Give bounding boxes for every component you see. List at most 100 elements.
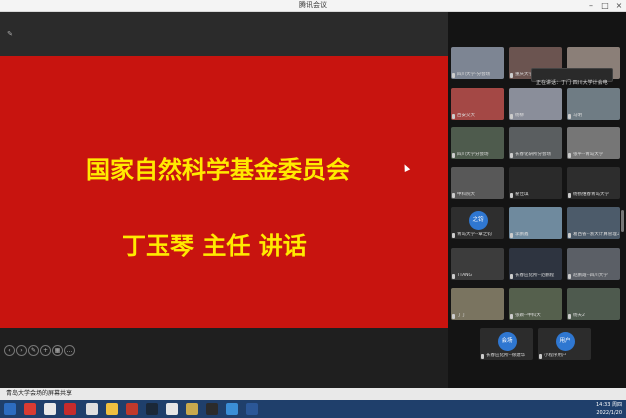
participant-name: 青岛大学--覃之钧 — [457, 232, 492, 237]
participant-name: 李鹏鑫 — [515, 232, 529, 237]
slide-title: 国家自然科学基金委员会 — [86, 156, 350, 184]
mic-icon — [452, 233, 455, 238]
grid-icon[interactable]: ▦ — [52, 345, 63, 356]
shared-slide: 国家自然科学基金委员会 丁玉琴 主任 讲话 — [0, 56, 448, 328]
stage-bottom — [0, 328, 448, 388]
participant-tile[interactable]: 四川大学-分会场 — [451, 47, 504, 79]
participant-name: 小程序用户 — [544, 353, 567, 358]
participant-name: 葛西省--浙大计算管理工商院 — [573, 232, 619, 237]
mic-icon — [452, 73, 455, 78]
participant-tile[interactable]: 杨柳 — [509, 88, 562, 120]
mic-icon — [510, 153, 513, 158]
participant-tile[interactable]: 丁丁 — [451, 288, 504, 320]
mic-icon — [452, 274, 455, 279]
participant-tile[interactable]: 李鹏鑫 — [509, 207, 562, 239]
mic-icon — [510, 274, 513, 279]
participant-name: 长春应化所--徐建华 — [486, 353, 526, 358]
participant-name: 马明 — [573, 113, 582, 118]
participant-tile[interactable]: 长春化研所分会场 — [509, 127, 562, 159]
word-icon[interactable] — [246, 403, 258, 415]
mic-icon — [568, 153, 571, 158]
participant-tile[interactable]: 之钧青岛大学--覃之钧 — [451, 207, 504, 239]
participant-name: 长春应化所--范鹏程 — [515, 273, 555, 278]
participant-name: 西安交大 — [457, 113, 475, 118]
share-toolbar: ✎ — [0, 12, 448, 56]
participant-tile[interactable]: 马明 — [567, 88, 620, 120]
participant-name: 长春化研所分会场 — [515, 152, 551, 157]
participant-tile[interactable]: 张平--青岛大学 — [567, 127, 620, 159]
close-icon[interactable]: × — [612, 0, 626, 11]
mic-icon — [452, 314, 455, 319]
app-icon-1[interactable] — [24, 403, 36, 415]
start-icon[interactable] — [4, 403, 16, 415]
mic-icon — [452, 114, 455, 119]
participant-tile[interactable]: 西安交大 — [451, 88, 504, 120]
participant-name: 丁丁 — [457, 313, 466, 318]
participant-tile[interactable]: 四川大学分会场 — [451, 127, 504, 159]
participant-name: 四川大学分会场 — [457, 152, 489, 157]
participant-tile[interactable]: 杨扬维春青岛大学 — [567, 167, 620, 199]
participant-tile[interactable]: 中科院大 — [451, 167, 504, 199]
avatar: 之钧 — [468, 211, 488, 230]
mic-icon — [568, 314, 571, 319]
participant-name: 张平--青岛大学 — [573, 152, 604, 157]
steam-icon[interactable] — [146, 403, 158, 415]
speaking-notice-text: 正在讲话：丁门 四川大学计会电 — [536, 80, 608, 86]
more-icon[interactable]: … — [64, 345, 75, 356]
mic-icon — [568, 274, 571, 279]
participant-name: 中科院大 — [457, 192, 475, 197]
window-titlebar: 腾讯会议 – □ × — [0, 0, 626, 12]
next-slide-icon[interactable]: › — [16, 345, 27, 356]
participant-tile[interactable]: 杨天2 — [567, 288, 620, 320]
participant-tile[interactable]: 张颖--中科大 — [509, 288, 562, 320]
participant-name: 杨扬维春青岛大学 — [573, 192, 609, 197]
app-icon-9[interactable] — [186, 403, 198, 415]
mic-icon — [481, 354, 484, 359]
prev-slide-icon[interactable]: ‹ — [4, 345, 15, 356]
participant-tile[interactable]: 翟佳琪 — [509, 167, 562, 199]
participant-tile[interactable]: 赵鹏霞--四川大学 — [567, 248, 620, 280]
participant-tile[interactable]: 葛西省--浙大计算管理工商院 — [567, 207, 620, 239]
avatar: 会场 — [497, 332, 517, 351]
minimize-icon[interactable]: – — [584, 0, 598, 11]
pen-tool-icon[interactable]: ✎ — [28, 345, 39, 356]
mic-icon — [510, 73, 513, 78]
participant-name: 四川大学-分会场 — [457, 72, 491, 77]
app-icon-4[interactable] — [86, 403, 98, 415]
participant-name: 杨天2 — [573, 313, 585, 318]
mic-icon — [510, 314, 513, 319]
participant-name: 杨柳 — [515, 113, 524, 118]
pen-icon[interactable]: ✎ — [6, 31, 14, 38]
zoom-icon[interactable]: + — [40, 345, 51, 356]
mic-icon — [568, 114, 571, 119]
mic-icon — [510, 233, 513, 238]
mic-icon — [452, 153, 455, 158]
screen-share-label: 青岛大学会场的屏幕共享 — [6, 390, 73, 397]
meeting-icon[interactable] — [226, 403, 238, 415]
participant-tile[interactable]: 用户小程序用户 — [538, 328, 591, 360]
pdf-icon[interactable] — [64, 403, 76, 415]
participant-tile[interactable]: 长春应化所--范鹏程 — [509, 248, 562, 280]
avatar: 用户 — [555, 332, 575, 351]
mic-icon — [539, 354, 542, 359]
mic-icon — [452, 193, 455, 198]
folder-icon[interactable] — [106, 403, 118, 415]
slide-subtitle: 丁玉琴 主任 讲话 — [122, 232, 307, 260]
chrome-icon[interactable] — [166, 403, 178, 415]
participant-name: TTANG — [457, 273, 473, 278]
participant-name: 赵鹏霞--四川大学 — [573, 273, 608, 278]
maximize-icon[interactable]: □ — [598, 0, 612, 11]
screen-share-bar: 青岛大学会场的屏幕共享 — [0, 388, 626, 400]
mic-icon — [568, 193, 571, 198]
participant-tile[interactable]: TTANG — [451, 248, 504, 280]
app-icon-10[interactable] — [206, 403, 218, 415]
participant-name: 翟佳琪 — [515, 192, 529, 197]
system-tray-clock[interactable]: 14:33 周四 2022/1/20 — [596, 401, 622, 417]
app-icon-6[interactable] — [126, 403, 138, 415]
speaking-notice: 正在讲话：丁门 四川大学计会电 — [531, 68, 613, 86]
participant-tile[interactable]: 会场长春应化所--徐建华 — [480, 328, 533, 360]
participant-name: 张颖--中科大 — [515, 313, 541, 318]
gallery-scrollbar[interactable] — [621, 210, 624, 232]
mic-icon — [510, 193, 513, 198]
app-icon-2[interactable] — [44, 403, 56, 415]
